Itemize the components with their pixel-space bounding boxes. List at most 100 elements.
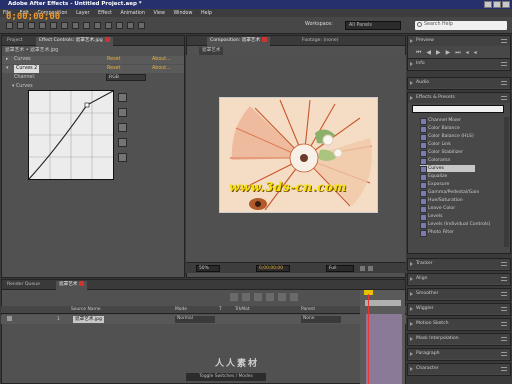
zoom-select[interactable]: 50% xyxy=(196,265,220,272)
preset-item[interactable]: Levels xyxy=(420,213,443,221)
preset-item[interactable]: Hue/Saturation xyxy=(420,197,463,205)
reset-link[interactable]: Reset xyxy=(107,65,120,73)
motion-sketch-header[interactable]: Motion Sketch xyxy=(408,319,510,329)
zoom-tool-icon[interactable] xyxy=(28,22,35,29)
minimize-button[interactable] xyxy=(484,1,492,8)
close-tab-icon[interactable] xyxy=(104,37,110,42)
layer-name[interactable]: 遮罩艺术.jpg xyxy=(73,316,104,323)
save-curve-icon[interactable] xyxy=(118,138,127,147)
paragraph-header[interactable]: Paragraph xyxy=(408,349,510,359)
panel-menu-icon[interactable] xyxy=(501,307,507,311)
graph-editor-icon[interactable] xyxy=(290,293,298,301)
effect-row-curves-2[interactable]: ▾ Curves 2 Reset About... xyxy=(2,65,184,73)
maximize-button[interactable] xyxy=(493,1,501,8)
panel-menu-icon[interactable] xyxy=(501,322,507,326)
layer-row[interactable]: 1 遮罩艺术.jpg Normal None xyxy=(1,315,406,324)
current-time-display[interactable]: 0;00;00;00 xyxy=(6,12,60,22)
disclosure-open-icon[interactable]: ▾ xyxy=(6,65,8,73)
character-header[interactable]: Character xyxy=(408,364,510,374)
preset-item[interactable]: Levels (Individual Controls) xyxy=(420,221,490,229)
menu-effect[interactable]: Effect xyxy=(98,11,112,16)
close-tab-icon[interactable] xyxy=(262,37,268,42)
menu-window[interactable]: Window xyxy=(174,11,193,16)
info-header[interactable]: Info xyxy=(408,59,510,69)
tab-project[interactable]: Project xyxy=(4,37,26,46)
pen-tool-icon[interactable] xyxy=(83,22,90,29)
rotate-tool-icon[interactable] xyxy=(39,22,46,29)
panel-menu-icon[interactable] xyxy=(501,96,507,100)
preset-item-selected[interactable]: Curves xyxy=(420,165,475,173)
curves-graph[interactable] xyxy=(28,90,114,180)
tracker-header[interactable]: Tracker xyxy=(408,259,510,269)
smoother-header[interactable]: Smoother xyxy=(408,289,510,299)
preset-item[interactable]: Channel Mixer xyxy=(420,117,461,125)
search-layers-icon[interactable] xyxy=(230,293,238,301)
puppet-tool-icon[interactable] xyxy=(138,22,145,29)
tab-composition[interactable]: Composition: 遮罩艺术 xyxy=(207,37,271,46)
toggle-switches-modes-button[interactable]: Toggle Switches / Modes xyxy=(186,373,266,381)
work-area-bar[interactable] xyxy=(365,300,401,306)
brush-tool-icon[interactable] xyxy=(105,22,112,29)
column-mode[interactable]: Mode xyxy=(175,306,187,314)
menu-animation[interactable]: Animation xyxy=(120,11,144,16)
shy-icon[interactable] xyxy=(254,293,262,301)
mask-tool-icon[interactable] xyxy=(72,22,79,29)
effects-search-input[interactable] xyxy=(412,105,504,113)
mask-interpolation-header[interactable]: Mask Interpolation xyxy=(408,334,510,344)
effects-scrollbar[interactable] xyxy=(504,117,509,247)
reset-link[interactable]: Reset xyxy=(107,56,120,64)
preset-item[interactable]: Color Stabilizer xyxy=(420,149,463,157)
tab-footage[interactable]: Footage: (none) xyxy=(299,37,342,46)
eraser-tool-icon[interactable] xyxy=(127,22,134,29)
tab-render-queue[interactable]: Render Queue xyxy=(4,281,43,290)
panel-menu-icon[interactable] xyxy=(501,292,507,296)
preset-item[interactable]: Equalize xyxy=(420,173,447,181)
text-tool-icon[interactable] xyxy=(94,22,101,29)
pan-behind-tool-icon[interactable] xyxy=(61,22,68,29)
camera-tool-icon[interactable] xyxy=(50,22,57,29)
about-link[interactable]: About... xyxy=(152,65,171,73)
transparency-grid-icon[interactable] xyxy=(368,266,373,271)
panel-menu-icon[interactable] xyxy=(501,277,507,281)
menu-layer[interactable]: Layer xyxy=(76,11,89,16)
clone-tool-icon[interactable] xyxy=(116,22,123,29)
close-button[interactable] xyxy=(502,1,510,8)
preset-item[interactable]: Colorama xyxy=(420,157,450,165)
preset-item[interactable]: Leave Color xyxy=(420,205,455,213)
wiggler-header[interactable]: Wiggler xyxy=(408,304,510,314)
search-help-input[interactable]: Search Help xyxy=(415,21,507,30)
preset-item[interactable]: Color Balance (HLS) xyxy=(420,133,474,141)
preset-item[interactable]: Exposure xyxy=(420,181,449,189)
align-header[interactable]: Align xyxy=(408,274,510,284)
layer-duration-bar[interactable] xyxy=(366,314,402,384)
curve-tool-icon[interactable] xyxy=(118,93,127,102)
region-of-interest-icon[interactable] xyxy=(360,266,365,271)
preset-item[interactable]: Color Link xyxy=(420,141,451,149)
comp-subtab[interactable]: 遮罩艺术 xyxy=(199,47,224,55)
panel-menu-icon[interactable] xyxy=(501,62,507,66)
layer-mode-select[interactable]: Normal xyxy=(175,316,215,323)
preset-item[interactable]: Photo Filter xyxy=(420,229,454,237)
preview-header[interactable]: Preview xyxy=(408,36,510,46)
panel-menu-icon[interactable] xyxy=(501,367,507,371)
workspace-select[interactable]: All Panels xyxy=(345,21,401,30)
layer-parent-select[interactable]: None xyxy=(301,316,341,323)
open-curve-icon[interactable] xyxy=(118,123,127,132)
tab-timeline-comp[interactable]: 遮罩艺术 xyxy=(56,281,88,290)
channel-select[interactable]: RGB xyxy=(106,74,146,81)
eye-icon[interactable] xyxy=(7,316,12,321)
column-parent[interactable]: Parent xyxy=(301,306,315,314)
effect-row-curves[interactable]: ▸ Curves Reset About... xyxy=(2,56,184,64)
audio-header[interactable]: Audio xyxy=(408,78,510,88)
frame-blending-icon[interactable] xyxy=(266,293,274,301)
effects-presets-header[interactable]: Effects & Presets xyxy=(408,93,510,103)
close-tab-icon[interactable] xyxy=(79,281,85,286)
pencil-tool-icon[interactable] xyxy=(118,108,127,117)
panel-menu-icon[interactable] xyxy=(501,352,507,356)
tab-effect-controls[interactable]: Effect Controls: 遮罩艺术.jpg xyxy=(36,37,113,46)
comp-timecode[interactable]: 0;00;00;00 xyxy=(256,265,290,272)
playhead-line[interactable] xyxy=(368,294,369,384)
motion-blur-icon[interactable] xyxy=(278,293,286,301)
draft-3d-icon[interactable] xyxy=(242,293,250,301)
resolution-select[interactable]: Full xyxy=(326,265,354,272)
